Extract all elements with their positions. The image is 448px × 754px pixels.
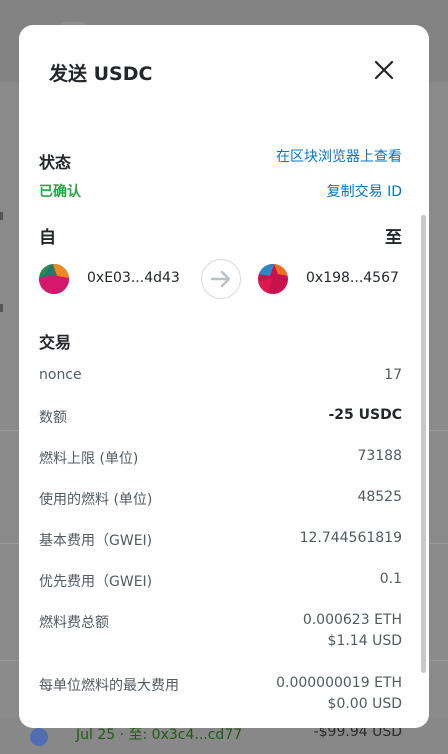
tx-label-amount: 数额 [39, 410, 67, 426]
from-heading: 自 [39, 228, 56, 248]
tx-value-max-fee-per-gas-eth: 0.000000019 ETH [276, 675, 402, 691]
tx-label-base-fee: 基本费用（GWEI) [39, 533, 153, 549]
tx-value-gas-used: 48525 [357, 489, 402, 505]
transaction-heading: 交易 [39, 333, 72, 352]
from-address[interactable]: 0xE03...4d43 [87, 270, 180, 286]
tx-label-nonce: nonce [39, 367, 82, 383]
transaction-details-modal: 发送 USDC 状态 在区块浏览器上查看 已确认 复制交易 ID 自 至 0xE… [19, 25, 429, 728]
tx-value-total-gas-fee-usd: $1.14 USD [327, 633, 402, 649]
copy-tx-id-link[interactable]: 复制交易 ID [327, 181, 402, 201]
send-icon [30, 728, 48, 746]
tx-value-max-fee-per-gas-usd: $0.00 USD [327, 696, 402, 712]
to-address[interactable]: 0x198...4567 [306, 270, 399, 286]
background-tick [0, 304, 3, 312]
tx-value-total-gas-fee-eth: 0.000623 ETH [302, 612, 402, 628]
to-avatar [258, 264, 288, 294]
tx-label-gas-used: 使用的燃料 (单位) [39, 492, 153, 508]
direction-indicator [201, 259, 241, 299]
tx-label-gas-limit: 燃料上限 (单位) [39, 451, 139, 467]
background-tick [0, 212, 3, 220]
tx-label-total-gas-fee: 燃料费总额 [39, 615, 109, 631]
from-avatar [39, 264, 69, 294]
to-heading: 至 [385, 228, 402, 248]
tx-value-nonce: 17 [384, 367, 402, 383]
tx-value-gas-limit: 73188 [357, 448, 402, 464]
arrow-right-icon [210, 270, 231, 288]
tx-value-priority-fee: 0.1 [379, 571, 402, 587]
modal-body[interactable]: 状态 在区块浏览器上查看 已确认 复制交易 ID 自 至 0xE03...4d4… [19, 115, 429, 728]
close-button[interactable] [373, 59, 395, 81]
scrollbar[interactable] [421, 215, 426, 673]
tx-label-priority-fee: 优先费用（GWEI) [39, 574, 153, 590]
tx-value-base-fee: 12.744561819 [299, 530, 402, 546]
tx-value-amount: -25 USDC [328, 407, 402, 423]
modal-title: 发送 USDC [49, 63, 153, 85]
close-icon [374, 60, 394, 80]
modal-header: 发送 USDC [19, 25, 429, 115]
view-on-explorer-link[interactable]: 在区块浏览器上查看 [276, 146, 402, 166]
status-badge: 已确认 [39, 184, 81, 200]
tx-label-max-fee-per-gas: 每单位燃料的最大费用 [39, 678, 179, 694]
status-heading: 状态 [39, 153, 72, 172]
